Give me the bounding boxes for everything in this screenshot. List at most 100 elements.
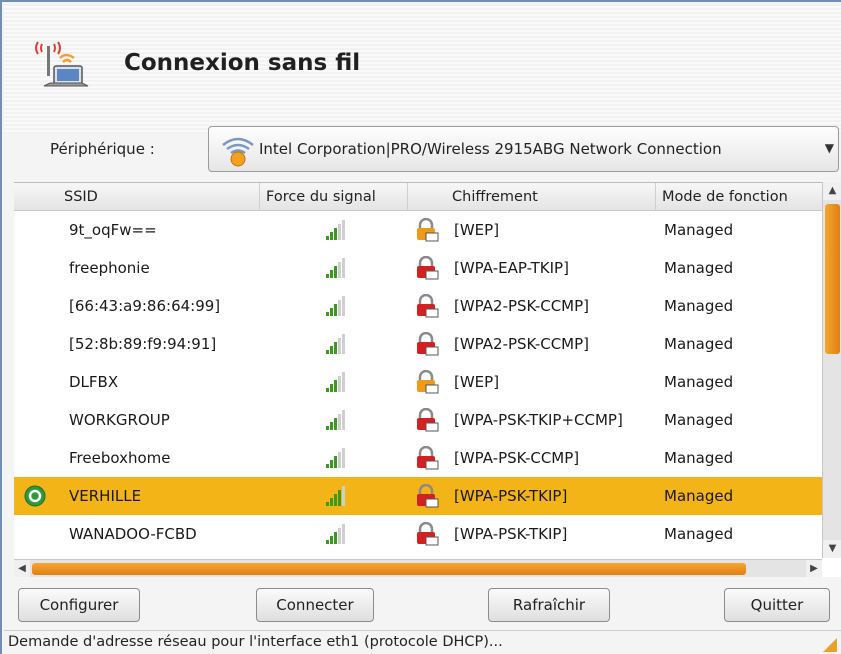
page-title: Connexion sans fil: [124, 50, 361, 76]
lock-cell: [414, 293, 440, 322]
quit-button[interactable]: Quitter: [724, 588, 830, 622]
signal-cell: [324, 447, 346, 473]
vertical-scrollbar[interactable]: ▲ ▼: [822, 182, 841, 558]
signal-strength-icon: [326, 410, 345, 430]
encryption-cell: [WPA-PSK-CCMP]: [454, 449, 580, 467]
encryption-cell: [WPA-EAP-TKIP]: [454, 259, 569, 277]
mode-cell: Managed: [664, 259, 734, 277]
signal-strength-icon: [326, 372, 345, 392]
ssid-cell: WORKGROUP: [69, 411, 170, 429]
table-row[interactable]: [66:43:a9:86:64:99] [WPA2-PSK-CCMP] Manage…: [14, 287, 822, 325]
ssid-cell: [66:43:a9:86:64:99]: [69, 297, 221, 315]
scroll-down-icon[interactable]: ▼: [823, 540, 841, 558]
col-encryption[interactable]: Chiffrement: [408, 183, 656, 211]
mode-cell: Managed: [664, 411, 734, 429]
ssid-cell: WANADOO-FCBD: [69, 525, 197, 543]
scroll-right-icon[interactable]: ▶: [806, 560, 822, 577]
lock-cell: [414, 331, 440, 360]
mode-cell: Managed: [664, 525, 734, 543]
table-row[interactable]: WANADOO-FCBD [WPA-PSK-TKIP] Managed: [14, 515, 822, 553]
signal-strength-icon: [326, 486, 345, 506]
table-row[interactable]: WORKGROUP [WPA-PSK-TKIP+CCMP] Managed: [14, 401, 822, 439]
column-header: SSID Force du signal Chiffrement Mode de…: [14, 183, 822, 211]
col-signal[interactable]: Force du signal: [260, 183, 408, 211]
signal-cell: [324, 523, 346, 549]
ssid-cell: freephonie: [69, 259, 150, 277]
signal-cell: [324, 295, 346, 321]
encryption-cell: [WPA2-PSK-CCMP]: [454, 297, 590, 315]
vertical-scroll-thumb[interactable]: [825, 204, 840, 354]
encryption-cell: [WEP]: [454, 373, 500, 391]
wireless-laptop-icon: [35, 41, 89, 87]
lock-red-icon: [417, 331, 439, 356]
signal-cell: [324, 485, 346, 511]
signal-strength-icon: [326, 334, 345, 354]
lock-cell: [414, 369, 440, 398]
mode-cell: Managed: [664, 487, 734, 505]
lock-cell: [414, 255, 440, 284]
configure-button[interactable]: Configurer: [18, 588, 140, 622]
connected-icon: [24, 485, 46, 507]
network-list[interactable]: SSID Force du signal Chiffrement Mode de…: [14, 182, 841, 577]
lock-red-icon: [417, 445, 439, 470]
signal-cell: [324, 409, 346, 435]
signal-strength-icon: [326, 258, 345, 278]
ssid-cell: Freeboxhome: [69, 449, 171, 467]
signal-strength-icon: [326, 296, 345, 316]
lock-red-icon: [417, 521, 439, 546]
lock-cell: [414, 521, 440, 550]
signal-cell: [324, 257, 346, 283]
lock-red-icon: [417, 483, 439, 508]
table-row[interactable]: 9t_oqFw== [WEP] Managed: [14, 211, 822, 249]
lock-cell: [414, 445, 440, 474]
horizontal-scrollbar[interactable]: ◀ ▶: [14, 559, 822, 577]
mode-cell: Managed: [664, 335, 734, 353]
scroll-left-icon[interactable]: ◀: [14, 560, 30, 577]
status-bar: Demande d'adresse réseau pour l'interfac…: [4, 630, 841, 654]
signal-strength-icon: [326, 220, 345, 240]
device-select[interactable]: Intel Corporation|PRO/Wireless 2915ABG N…: [208, 126, 839, 172]
signal-strength-icon: [326, 524, 345, 544]
signal-cell: [324, 219, 346, 245]
signal-cell: [324, 371, 346, 397]
device-label: Périphérique :: [50, 140, 155, 158]
resize-grip-icon[interactable]: [823, 638, 837, 652]
signal-cell: [324, 333, 346, 359]
lock-red-icon: [417, 407, 439, 432]
col-mode[interactable]: Mode de fonction: [656, 183, 822, 211]
app-window: Connexion sans fil Périphérique : Intel …: [0, 0, 841, 654]
mode-cell: Managed: [664, 449, 734, 467]
horizontal-scroll-thumb[interactable]: [32, 563, 746, 575]
mode-cell: Managed: [664, 297, 734, 315]
connect-button[interactable]: Connecter: [256, 588, 374, 622]
lock-red-icon: [417, 293, 439, 318]
chevron-down-icon[interactable]: ▼: [825, 141, 834, 155]
mode-cell: Managed: [664, 373, 734, 391]
col-ssid[interactable]: SSID: [14, 183, 260, 211]
scroll-up-icon[interactable]: ▲: [823, 182, 841, 200]
ssid-cell: 9t_oqFw==: [69, 221, 157, 239]
ssid-cell: VERHILLE: [69, 487, 142, 505]
table-row[interactable]: [52:8b:89:f9:94:91] [WPA2-PSK-CCMP] Manage…: [14, 325, 822, 363]
lock-cell: [414, 217, 440, 246]
encryption-cell: [WPA2-PSK-CCMP]: [454, 335, 590, 353]
lock-cell: [414, 483, 440, 512]
signal-strength-icon: [326, 448, 345, 468]
table-row[interactable]: VERHILLE [WPA-PSK-TKIP] Managed: [14, 477, 822, 515]
lock-cell: [414, 407, 440, 436]
encryption-cell: [WPA-PSK-TKIP+CCMP]: [454, 411, 623, 429]
lock-orange-icon: [417, 369, 439, 394]
encryption-cell: [WEP]: [454, 221, 500, 239]
ssid-cell: DLFBX: [69, 373, 119, 391]
device-value: Intel Corporation|PRO/Wireless 2915ABG N…: [259, 140, 722, 158]
mode-cell: Managed: [664, 221, 734, 239]
table-row[interactable]: freephonie [WPA-EAP-TKIP] Managed: [14, 249, 822, 287]
ssid-cell: [52:8b:89:f9:94:91]: [69, 335, 217, 353]
refresh-button[interactable]: Rafraîchir: [488, 588, 610, 622]
encryption-cell: [WPA-PSK-TKIP]: [454, 487, 568, 505]
table-row[interactable]: DLFBX [WEP] Managed: [14, 363, 822, 401]
table-row[interactable]: Freeboxhome [WPA-PSK-CCMP] Managed: [14, 439, 822, 477]
encryption-cell: [WPA-PSK-TKIP]: [454, 525, 568, 543]
lock-red-icon: [417, 255, 439, 280]
wifi-device-icon: [222, 137, 254, 167]
